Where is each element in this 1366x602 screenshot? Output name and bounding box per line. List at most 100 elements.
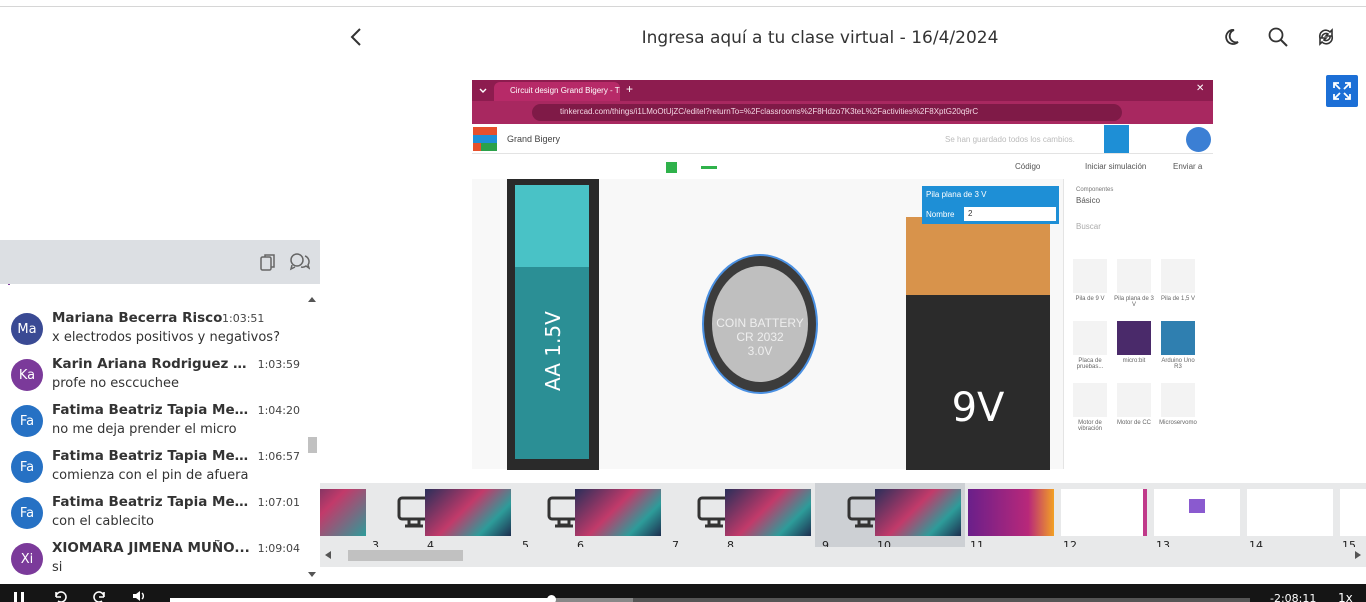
chat-text: si bbox=[52, 560, 63, 575]
chat-time: 1:04:20 bbox=[257, 404, 300, 417]
slide-thumbnail[interactable]: 13 bbox=[1154, 486, 1242, 552]
popup-name-field: 2 bbox=[964, 207, 1056, 221]
component-item: micro:bit bbox=[1114, 321, 1154, 364]
chat-text: no me deja prender el micro bbox=[52, 422, 237, 437]
close-icon: ✕ bbox=[1196, 83, 1205, 94]
tinkercad-logo bbox=[473, 127, 497, 151]
component-label: Pila de 1,5 V bbox=[1160, 296, 1196, 302]
design-name: Grand Bigery bbox=[507, 134, 561, 144]
strip-scrollbar[interactable] bbox=[320, 547, 1366, 563]
slide-thumbnail[interactable]: 14 bbox=[1247, 486, 1335, 552]
scroll-right-icon[interactable] bbox=[1355, 551, 1361, 559]
components-search: Buscar bbox=[1076, 222, 1101, 231]
chat-message: Ma Mariana Becerra Risco 1:03:51 x elect… bbox=[0, 306, 305, 352]
nine-volt-battery-top bbox=[906, 217, 1050, 295]
nine-volt-battery: 9V bbox=[906, 217, 1050, 470]
scroll-left-icon[interactable] bbox=[325, 551, 331, 559]
chat-text: con el cablecito bbox=[52, 514, 155, 529]
component-label: micro:bit bbox=[1122, 358, 1146, 364]
coin-battery-line1: COIN BATTERY bbox=[716, 316, 804, 330]
slide-image bbox=[1154, 489, 1240, 536]
chat-message: Fa Fatima Beatriz Tapia Mey... 1:04:20 n… bbox=[0, 398, 305, 444]
slide-image bbox=[875, 489, 961, 536]
chat-icon[interactable] bbox=[288, 252, 311, 272]
scroll-down-icon[interactable] bbox=[307, 572, 317, 578]
chat-time: 1:07:01 bbox=[257, 496, 300, 509]
chat-message: Ka Karin Ariana Rodriguez S... 1:03:59 p… bbox=[0, 352, 305, 398]
moon-icon[interactable] bbox=[1220, 26, 1242, 48]
component-label: Motor de vibración bbox=[1077, 420, 1102, 432]
time-remaining: -2:08:11 bbox=[1270, 592, 1317, 602]
chat-text: x electrodos positivos y negativos? bbox=[52, 330, 280, 345]
popup-name-label: Nombre bbox=[926, 210, 955, 219]
chat-author: XIOMARA JIMENA MUÑO... bbox=[52, 540, 250, 556]
coin-battery-line2: CR 2032 bbox=[736, 330, 784, 344]
url-field: tinkercad.com/things/i1LMoOtUjZC/editel?… bbox=[532, 104, 1122, 121]
slide-image bbox=[1340, 489, 1366, 536]
component-label: Arduino Uno R3 bbox=[1161, 358, 1195, 370]
forward-icon[interactable] bbox=[92, 590, 108, 602]
component-label: Microservomo bbox=[1159, 420, 1197, 426]
component-item: Microservomo bbox=[1158, 383, 1198, 426]
chat-message-list[interactable]: Ma Mariana Becerra Risco 1:03:51 x elect… bbox=[0, 284, 305, 577]
avatar: Ka bbox=[11, 359, 43, 391]
rewind-icon[interactable] bbox=[52, 590, 68, 602]
slide-thumbnail[interactable]: 8 bbox=[725, 486, 813, 552]
avatar: Fa bbox=[11, 405, 43, 437]
coin-battery-line3: 3.0V bbox=[747, 344, 773, 358]
chat-message: Fa Fatima Beatriz Tapia Mey... 1:06:57 c… bbox=[0, 444, 305, 490]
component-item: Pila de 9 V bbox=[1070, 259, 1110, 302]
search-icon[interactable] bbox=[1267, 26, 1289, 48]
slide-thumbnail[interactable]: 4 bbox=[425, 486, 513, 552]
slide-thumbnail[interactable]: 6 bbox=[575, 486, 663, 552]
component-label: Placa de pruebas... bbox=[1076, 358, 1104, 370]
slide-image bbox=[968, 489, 1054, 536]
progress-fill bbox=[170, 598, 551, 602]
component-thumbnail bbox=[1161, 321, 1195, 355]
progress-buffer bbox=[551, 598, 633, 602]
fullscreen-button[interactable] bbox=[1326, 75, 1358, 107]
component-thumbnail bbox=[1073, 383, 1107, 417]
chat-time: 1:09:04 bbox=[257, 542, 300, 555]
refresh-icon[interactable] bbox=[1315, 26, 1337, 48]
avatar: Xi bbox=[11, 543, 43, 575]
component-thumbnail bbox=[1161, 383, 1195, 417]
top-border bbox=[0, 0, 1366, 7]
pause-icon[interactable] bbox=[12, 592, 26, 602]
browser-addressbar: tinkercad.com/things/i1LMoOtUjZC/editel?… bbox=[472, 101, 1213, 124]
question-icon bbox=[1189, 499, 1205, 513]
video-player-controls: -2:08:11 1x bbox=[0, 584, 1366, 602]
strip-scroll-thumb[interactable] bbox=[348, 550, 463, 561]
aa-battery-label: AA 1.5V bbox=[541, 311, 565, 391]
avatar: Fa bbox=[11, 451, 43, 483]
component-thumbnail bbox=[1117, 383, 1151, 417]
code-button: Código bbox=[1015, 162, 1041, 171]
volume-icon[interactable] bbox=[132, 590, 148, 602]
tinkercad-toolbar: Código Iniciar simulación Enviar a bbox=[472, 154, 1213, 179]
slide-thumbnail-partial[interactable] bbox=[320, 486, 368, 548]
component-item: Pila de 1,5 V bbox=[1158, 259, 1198, 302]
aa-battery: AA 1.5V bbox=[507, 179, 599, 470]
popup-title: Pila plana de 3 V bbox=[926, 190, 987, 199]
slide-thumbnail[interactable]: 11 bbox=[968, 486, 1056, 552]
chat-time: 1:03:51 bbox=[222, 312, 265, 325]
chat-scroll-thumb[interactable] bbox=[308, 437, 317, 453]
app-root: Ma Mariana Becerra Risco 1:03:51 x elect… bbox=[0, 0, 1366, 602]
circuit-canvas: AA 1.5V COIN BATTERY CR 2032 3.0V 9V Pil… bbox=[472, 179, 1063, 470]
saved-status: Se han guardado todos los cambios. bbox=[945, 135, 1075, 144]
chat-scrollbar[interactable] bbox=[305, 284, 320, 577]
scroll-up-icon[interactable] bbox=[307, 296, 317, 302]
plus-icon: + bbox=[626, 82, 634, 96]
copy-icon[interactable] bbox=[258, 252, 278, 272]
slide-thumbnail[interactable]: 12 bbox=[1061, 486, 1149, 552]
component-thumbnail bbox=[1117, 321, 1151, 355]
avatar: Ma bbox=[11, 313, 43, 345]
progress-handle[interactable] bbox=[547, 595, 556, 602]
chevron-down-icon bbox=[479, 88, 487, 93]
slide-thumbnail-partial[interactable]: 15 bbox=[1340, 486, 1366, 552]
playback-speed-button[interactable]: 1x bbox=[1338, 591, 1353, 602]
shared-screen: Circuit design Grand Bigery - Ti + ✕ tin… bbox=[472, 68, 1213, 480]
slide-image bbox=[425, 489, 511, 536]
slide-thumbnail[interactable]: 10 bbox=[875, 486, 963, 552]
chevron-left-icon[interactable] bbox=[346, 26, 368, 48]
